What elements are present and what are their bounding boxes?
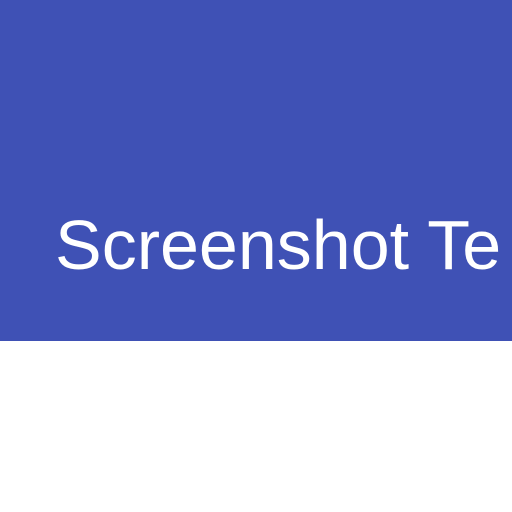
page-title: Screenshot Te <box>55 206 502 284</box>
content-area <box>0 341 512 512</box>
app-header: Screenshot Te <box>0 0 512 341</box>
